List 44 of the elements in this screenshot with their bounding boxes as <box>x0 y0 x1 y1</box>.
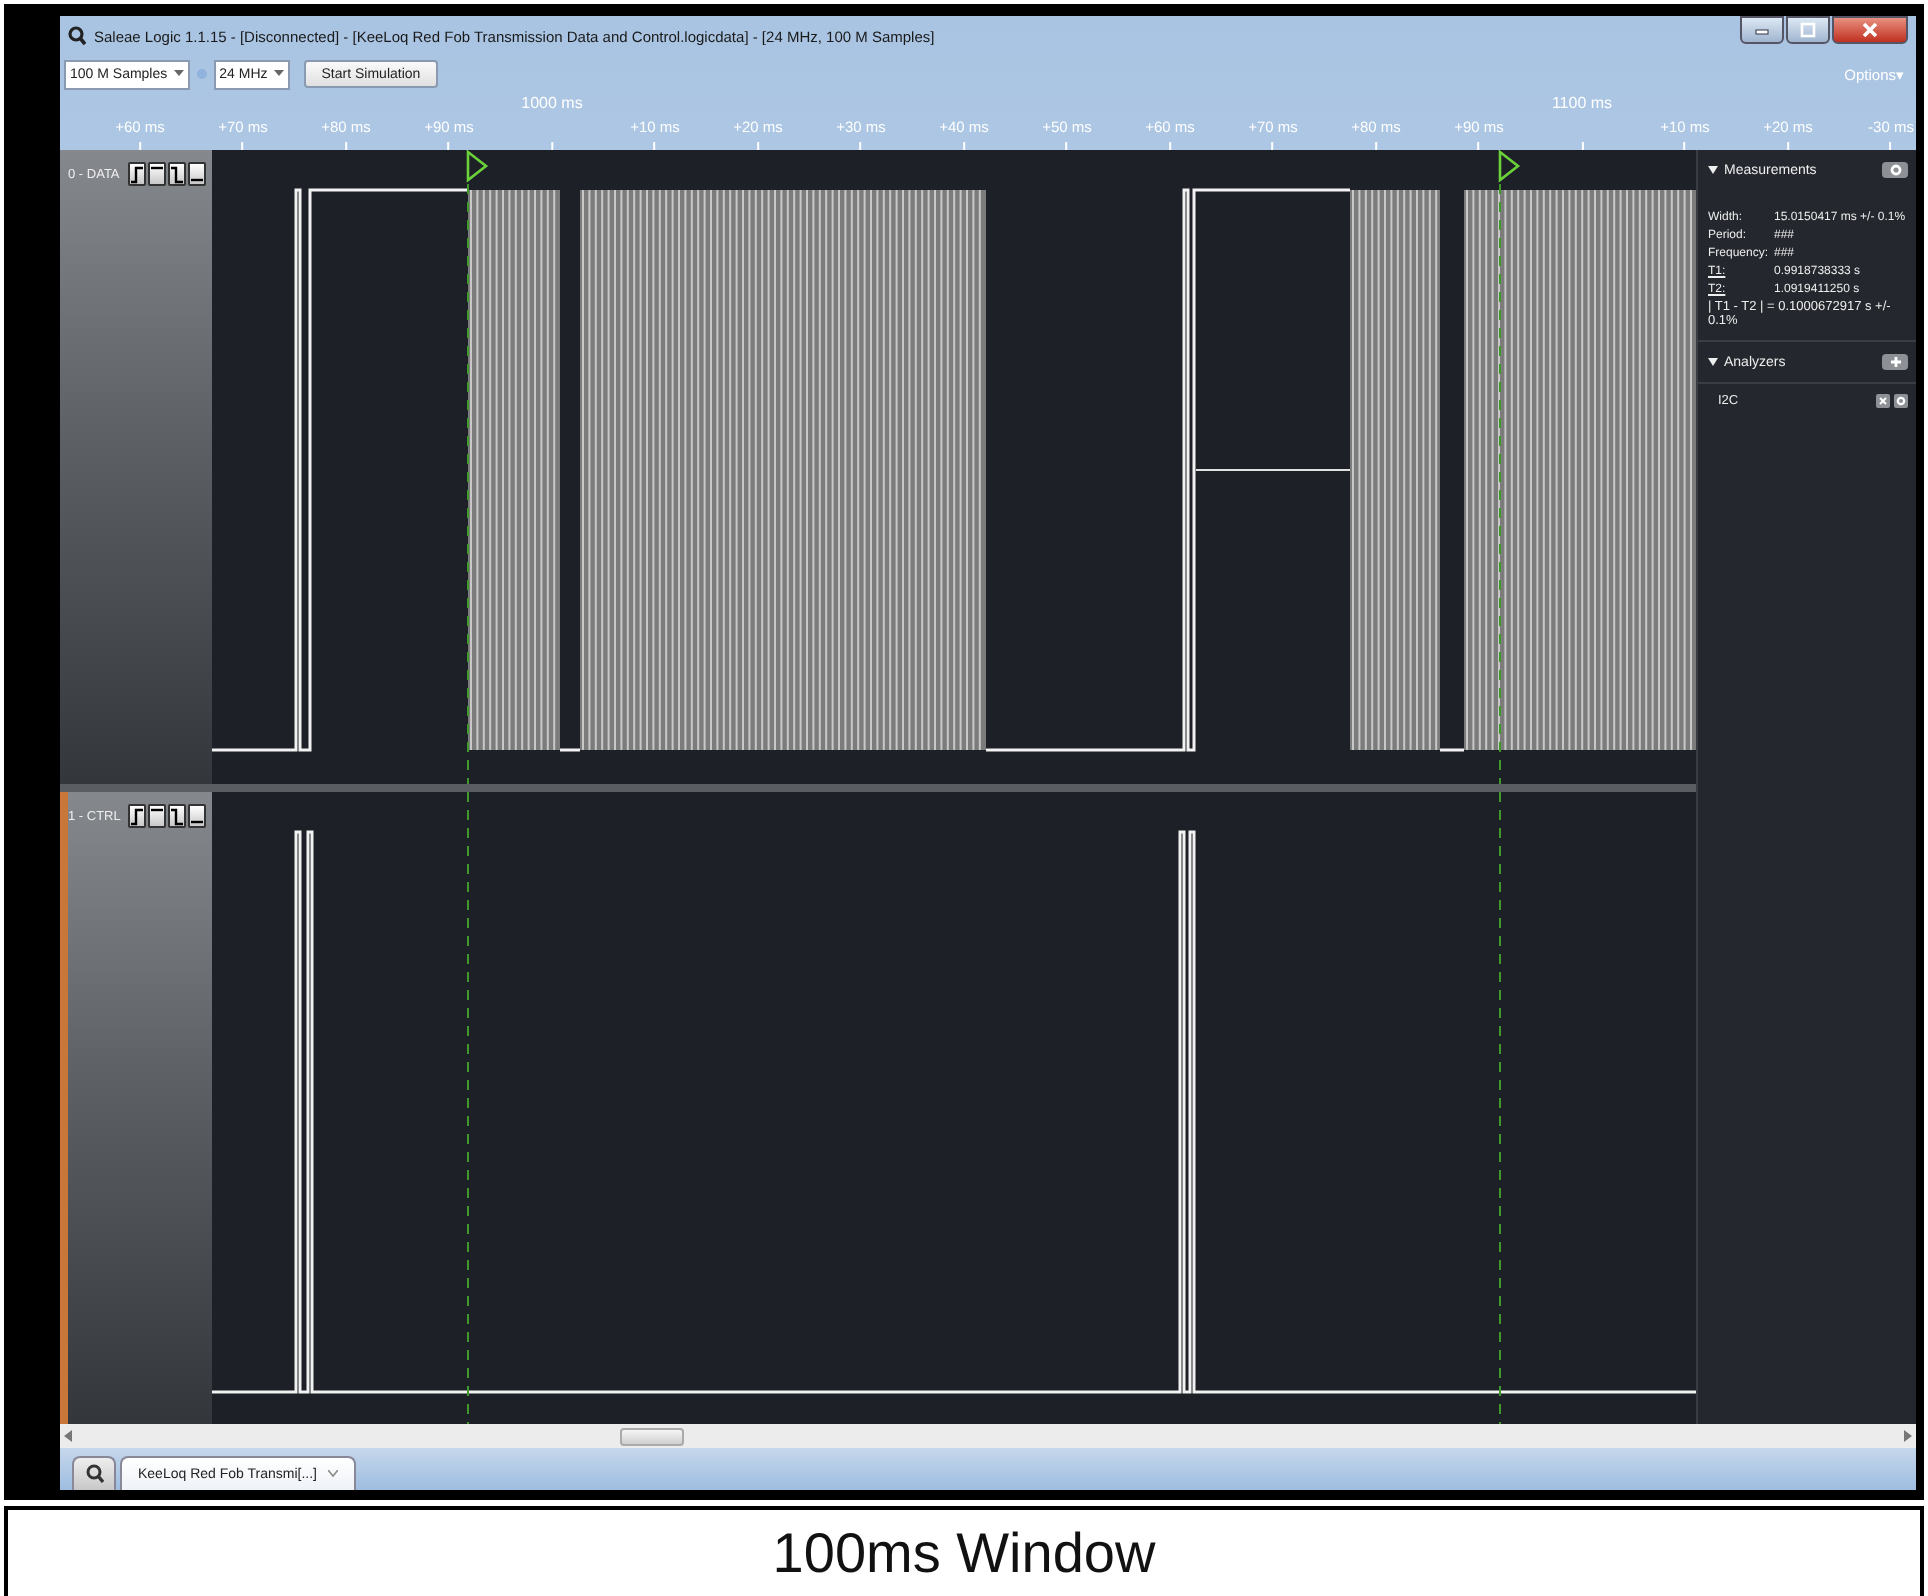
rising-edge-button[interactable] <box>128 804 147 828</box>
scroll-thumb[interactable] <box>620 1428 684 1446</box>
scroll-right-icon[interactable] <box>1904 1430 1912 1442</box>
search-tab[interactable] <box>72 1456 116 1490</box>
high-level-button[interactable] <box>148 804 167 828</box>
falling-edge-icon <box>170 807 185 825</box>
scroll-left-icon[interactable] <box>64 1430 72 1442</box>
settings-button[interactable] <box>1882 162 1908 178</box>
falling-edge-icon <box>170 165 184 183</box>
close-icon <box>1862 22 1878 38</box>
add-analyzer-button[interactable] <box>1882 354 1908 370</box>
gear-icon <box>1896 396 1906 406</box>
dot-icon <box>195 68 208 80</box>
gear-icon <box>1889 164 1901 176</box>
maximize-icon <box>1800 22 1816 38</box>
low-level-button[interactable] <box>188 162 206 186</box>
rising-edge-button[interactable] <box>128 162 146 186</box>
collapse-icon[interactable] <box>1708 358 1718 366</box>
remove-button[interactable] <box>1876 394 1890 408</box>
time-label: 1100 ms <box>1551 94 1613 112</box>
caret-icon <box>273 70 284 78</box>
minimize-button[interactable] <box>1740 16 1784 44</box>
high-level-button[interactable] <box>148 162 166 186</box>
caret-icon <box>327 1470 337 1478</box>
plus-icon <box>1889 356 1901 368</box>
timing-marker[interactable] <box>466 150 489 784</box>
rising-edge-icon <box>130 165 144 183</box>
maximize-button[interactable] <box>1786 16 1830 44</box>
settings-button[interactable] <box>1894 394 1908 408</box>
falling-edge-button[interactable] <box>168 804 187 828</box>
collapse-icon[interactable] <box>1708 166 1718 174</box>
caption: 100ms Window <box>4 1506 1924 1596</box>
close-icon <box>1878 396 1888 406</box>
rising-edge-icon <box>130 807 145 825</box>
caret-icon <box>173 70 184 78</box>
low-level-button[interactable] <box>188 804 207 828</box>
minimize-icon <box>1754 24 1770 36</box>
app-logo-icon <box>68 26 86 46</box>
falling-edge-button[interactable] <box>168 162 186 186</box>
close-button[interactable] <box>1832 16 1908 44</box>
search-icon <box>85 1464 103 1484</box>
timing-marker[interactable] <box>1498 150 1521 784</box>
horizontal-scrollbar[interactable] <box>60 1424 1916 1448</box>
time-label: 1000 ms <box>521 94 583 112</box>
